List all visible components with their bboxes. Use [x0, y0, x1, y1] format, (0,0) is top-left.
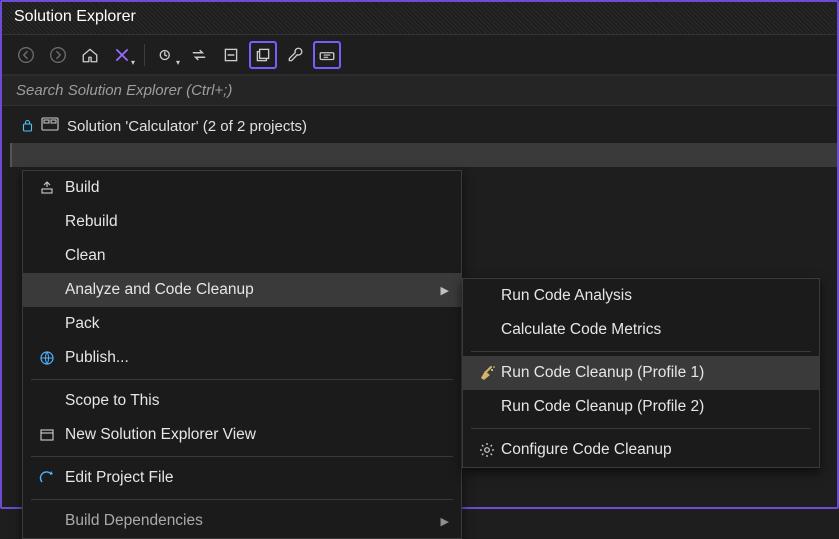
- panel-title: Solution Explorer: [14, 8, 136, 25]
- menu-separator: [31, 379, 453, 380]
- menu-label: Build Dependencies: [65, 512, 441, 530]
- solution-explorer-header: Solution Explorer: [2, 2, 837, 35]
- menu-new-view[interactable]: New Solution Explorer View: [23, 418, 461, 452]
- show-all-files-button[interactable]: [249, 41, 277, 69]
- forward-button[interactable]: [44, 41, 72, 69]
- selected-project-row[interactable]: [10, 143, 837, 167]
- solution-icon: [41, 117, 59, 136]
- switch-views-button[interactable]: ▾: [108, 41, 136, 69]
- menu-label: Analyze and Code Cleanup: [65, 281, 441, 299]
- submenu-configure-cleanup[interactable]: Configure Code Cleanup: [463, 433, 819, 467]
- menu-separator: [471, 428, 811, 429]
- search-placeholder: Search Solution Explorer (Ctrl+;): [16, 82, 232, 99]
- menu-clean[interactable]: Clean: [23, 239, 461, 273]
- sync-button[interactable]: [185, 41, 213, 69]
- solution-node[interactable]: Solution 'Calculator' (2 of 2 projects): [2, 114, 837, 139]
- menu-label: Publish...: [65, 349, 449, 367]
- menu-separator: [31, 499, 453, 500]
- pending-changes-filter-button[interactable]: ▾: [153, 41, 181, 69]
- menu-label: Run Code Analysis: [501, 287, 807, 305]
- preview-selected-items-button[interactable]: [313, 41, 341, 69]
- menu-label: Rebuild: [65, 213, 449, 231]
- lock-icon: [22, 119, 33, 135]
- menu-label: Run Code Cleanup (Profile 1): [501, 364, 807, 382]
- submenu-cleanup-profile-1[interactable]: Run Code Cleanup (Profile 1): [463, 356, 819, 390]
- toolbar-separator: [144, 44, 145, 66]
- menu-pack[interactable]: Pack: [23, 307, 461, 341]
- menu-edit-project-file[interactable]: Edit Project File: [23, 461, 461, 495]
- search-input[interactable]: Search Solution Explorer (Ctrl+;): [2, 75, 837, 106]
- menu-label: Scope to This: [65, 392, 449, 410]
- menu-label: Calculate Code Metrics: [501, 321, 807, 339]
- submenu-cleanup-profile-2[interactable]: Run Code Cleanup (Profile 2): [463, 390, 819, 424]
- project-context-menu: Build Rebuild Clean Analyze and Code Cle…: [22, 170, 462, 539]
- solution-label: Solution 'Calculator' (2 of 2 projects): [67, 118, 307, 135]
- menu-separator: [31, 456, 453, 457]
- menu-build-dependencies[interactable]: Build Dependencies ▶: [23, 504, 461, 538]
- solution-explorer-toolbar: ▾ ▾: [2, 35, 837, 75]
- menu-label: Run Code Cleanup (Profile 2): [501, 398, 807, 416]
- build-icon: [29, 180, 65, 196]
- menu-label: Clean: [65, 247, 449, 265]
- home-button[interactable]: [76, 41, 104, 69]
- submenu-arrow-icon: ▶: [441, 284, 449, 297]
- back-button[interactable]: [12, 41, 40, 69]
- menu-separator: [471, 351, 811, 352]
- gear-icon: [473, 442, 501, 458]
- submenu-arrow-icon: ▶: [441, 515, 449, 528]
- menu-rebuild[interactable]: Rebuild: [23, 205, 461, 239]
- menu-label: Edit Project File: [65, 469, 449, 487]
- menu-scope[interactable]: Scope to This: [23, 384, 461, 418]
- menu-label: Pack: [65, 315, 449, 333]
- menu-label: New Solution Explorer View: [65, 426, 449, 444]
- globe-icon: [29, 350, 65, 366]
- menu-build[interactable]: Build: [23, 171, 461, 205]
- menu-analyze-cleanup[interactable]: Analyze and Code Cleanup ▶: [23, 273, 461, 307]
- menu-publish[interactable]: Publish...: [23, 341, 461, 375]
- new-view-icon: [29, 427, 65, 443]
- broom-icon: [473, 365, 501, 382]
- submenu-calc-metrics[interactable]: Calculate Code Metrics: [463, 313, 819, 347]
- analyze-cleanup-submenu: Run Code Analysis Calculate Code Metrics…: [462, 278, 820, 468]
- collapse-all-button[interactable]: [217, 41, 245, 69]
- edit-icon: [29, 470, 65, 486]
- solution-tree: Solution 'Calculator' (2 of 2 projects): [2, 106, 837, 167]
- menu-label: Configure Code Cleanup: [501, 441, 807, 459]
- menu-label: Build: [65, 179, 449, 197]
- properties-button[interactable]: [281, 41, 309, 69]
- submenu-run-analysis[interactable]: Run Code Analysis: [463, 279, 819, 313]
